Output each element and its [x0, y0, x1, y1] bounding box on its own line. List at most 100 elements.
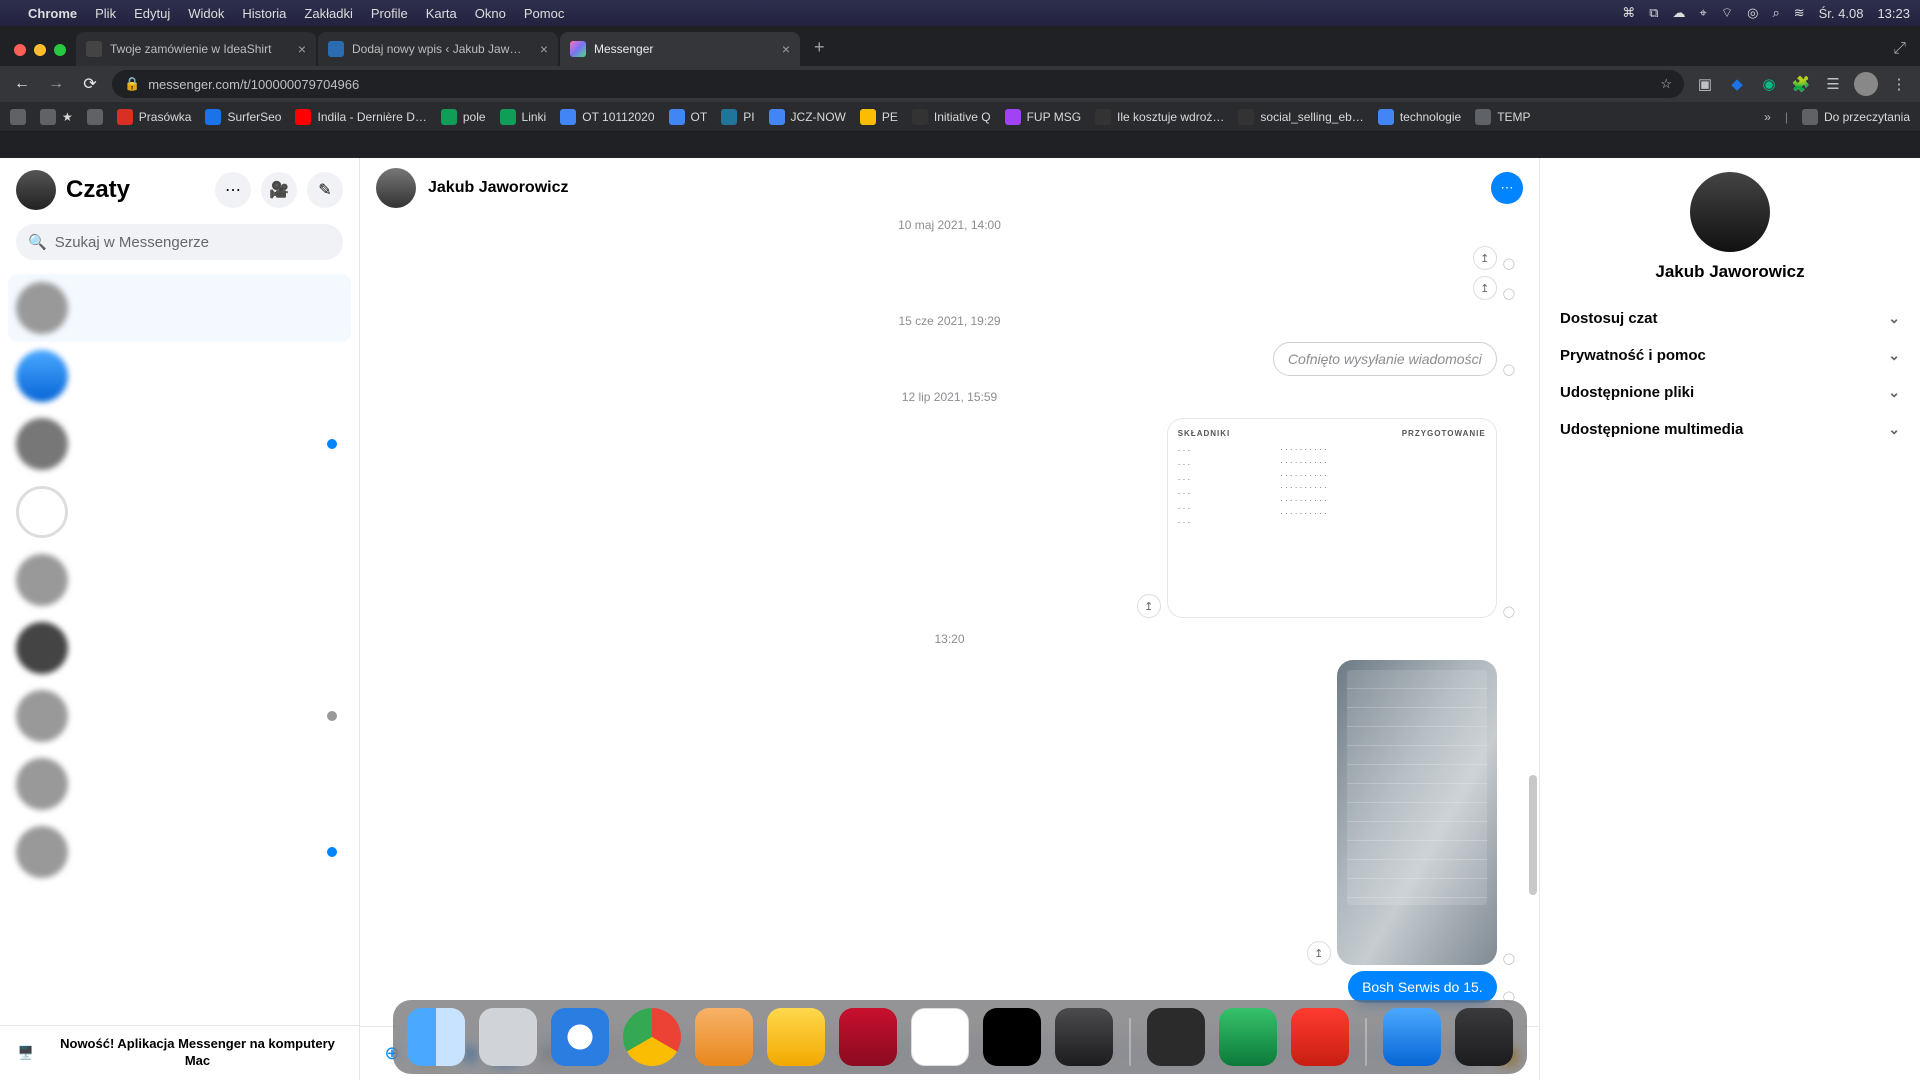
close-icon[interactable]: × — [298, 41, 306, 57]
star-icon[interactable]: ☆ — [1660, 76, 1672, 92]
more-actions-button[interactable]: ⊕ — [378, 1040, 406, 1068]
reading-list-icon[interactable]: ☰ — [1822, 75, 1844, 93]
bookmark-ot2[interactable]: OT — [669, 109, 708, 125]
tray-icon[interactable]: ⧉ — [1649, 5, 1658, 21]
minimize-window-icon[interactable] — [34, 44, 46, 56]
close-icon[interactable]: × — [782, 41, 790, 57]
bookmark-prasowka[interactable]: Prasówka — [117, 109, 192, 125]
share-icon[interactable]: ↥ — [1473, 246, 1497, 270]
menu-historia[interactable]: Historia — [242, 6, 286, 21]
chat-item[interactable] — [8, 274, 351, 342]
close-icon[interactable]: × — [540, 41, 548, 57]
sent-message[interactable]: Bosh Serwis do 15. — [1348, 971, 1497, 1003]
image-message[interactable] — [1337, 660, 1497, 965]
expand-icon[interactable]: ⤢ — [1893, 40, 1912, 66]
accordion-privacy[interactable]: Prywatność i pomoc⌄ — [1540, 337, 1920, 374]
extension-icon[interactable]: ▣ — [1694, 75, 1716, 93]
message-input[interactable]: Aa ☺ — [528, 1036, 1484, 1072]
menu-profile[interactable]: Profile — [371, 6, 408, 21]
image-message[interactable]: SKŁADNIKIPRZYGOTOWANIE · · ·· · ·· · ·· … — [1167, 418, 1497, 618]
siri-icon[interactable]: ≋ — [1794, 5, 1805, 21]
menu-icon[interactable]: ⋮ — [1888, 75, 1910, 93]
share-icon[interactable]: ↥ — [1137, 594, 1161, 618]
emoji-button[interactable]: ☺ — [1451, 1043, 1469, 1064]
bookmark-social[interactable]: social_selling_eb… — [1238, 109, 1363, 125]
bookmark-item[interactable] — [10, 109, 26, 125]
address-bar[interactable]: 🔒 messenger.com/t/100000079704966 ☆ — [112, 70, 1684, 98]
attach-image-button[interactable]: 🖼️ — [416, 1040, 444, 1068]
chat-item[interactable] — [8, 478, 351, 546]
chat-item[interactable] — [8, 410, 351, 478]
my-avatar[interactable] — [16, 170, 56, 210]
menu-plik[interactable]: Plik — [95, 6, 116, 21]
bookmark-pi[interactable]: PI — [721, 109, 754, 125]
reading-list[interactable]: Do przeczytania — [1802, 109, 1910, 125]
search-input[interactable]: 🔍 Szukaj w Messengerze — [16, 224, 343, 260]
bookmark-fup[interactable]: FUP MSG — [1005, 109, 1081, 125]
bluetooth-icon[interactable]: ⌖ — [1700, 5, 1707, 21]
bookmark-ot1[interactable]: OT 10112020 — [560, 109, 654, 125]
bookmark-linki[interactable]: Linki — [500, 109, 547, 125]
chat-item[interactable] — [8, 818, 351, 886]
info-button[interactable]: ⋯ — [1491, 172, 1523, 204]
chat-item[interactable] — [8, 682, 351, 750]
chat-item[interactable] — [8, 342, 351, 410]
extension-icon[interactable]: ◆ — [1726, 75, 1748, 93]
contact-name[interactable]: Jakub Jaworowicz — [428, 179, 569, 197]
window-controls[interactable] — [8, 44, 76, 66]
extensions-icon[interactable]: 🧩 — [1790, 75, 1812, 93]
extension-icon[interactable]: ◉ — [1758, 75, 1780, 93]
bookmark-overflow[interactable]: » — [1764, 110, 1771, 124]
back-button[interactable]: ← — [10, 75, 34, 93]
compose-button[interactable]: ✎ — [307, 172, 343, 208]
tray-icon[interactable]: ☁︎ — [1673, 5, 1686, 21]
menu-pomoc[interactable]: Pomoc — [524, 6, 564, 21]
new-tab-button[interactable]: + — [802, 37, 837, 66]
profile-avatar[interactable] — [1854, 72, 1878, 96]
menu-zakladki[interactable]: Zakładki — [304, 6, 352, 21]
forward-button[interactable]: → — [44, 75, 68, 93]
menubar-date[interactable]: Śr. 4.08 — [1819, 6, 1864, 21]
maximize-window-icon[interactable] — [54, 44, 66, 56]
chat-item[interactable] — [8, 750, 351, 818]
new-room-button[interactable]: 🎥 — [261, 172, 297, 208]
share-icon[interactable]: ↥ — [1473, 276, 1497, 300]
menu-edytuj[interactable]: Edytuj — [134, 6, 170, 21]
sticker-button[interactable]: ◨ — [454, 1040, 482, 1068]
bookmark-pole[interactable]: pole — [441, 109, 486, 125]
reload-button[interactable]: ⟳ — [78, 74, 102, 94]
bookmark-item[interactable] — [87, 109, 103, 125]
more-options-button[interactable]: ⋯ — [215, 172, 251, 208]
contact-avatar[interactable] — [376, 168, 416, 208]
control-center-icon[interactable]: ◎ — [1747, 5, 1758, 21]
like-button[interactable]: 👍 — [1494, 1041, 1521, 1067]
message-list[interactable]: 10 maj 2021, 14:00 ↥◯ ↥◯ 15 cze 2021, 19… — [360, 218, 1539, 1026]
chat-item[interactable] — [8, 546, 351, 614]
menu-okno[interactable]: Okno — [475, 6, 506, 21]
menubar-time[interactable]: 13:23 — [1877, 6, 1910, 21]
menu-karta[interactable]: Karta — [426, 6, 457, 21]
app-name[interactable]: Chrome — [28, 6, 77, 21]
tab-ideashirt[interactable]: Twoje zamówienie w IdeaShirt × — [76, 32, 316, 66]
close-window-icon[interactable] — [14, 44, 26, 56]
scrollbar[interactable] — [1529, 518, 1537, 986]
bookmark-item[interactable]: ★ — [40, 109, 73, 125]
chat-list[interactable] — [0, 270, 359, 1025]
wifi-icon[interactable]: ⌔ — [1721, 5, 1733, 21]
spotlight-icon[interactable]: ⌕ — [1772, 5, 1779, 21]
bookmark-temp[interactable]: TEMP — [1475, 109, 1530, 125]
bookmark-indila[interactable]: Indila - Dernière D… — [295, 109, 426, 125]
tab-messenger[interactable]: Messenger × — [560, 32, 800, 66]
bookmark-iq[interactable]: Initiative Q — [912, 109, 991, 125]
bookmark-tech[interactable]: technologie — [1378, 109, 1461, 125]
tray-icon[interactable]: ⌘ — [1622, 5, 1635, 21]
gif-button[interactable]: GIF — [492, 1045, 518, 1063]
accordion-media[interactable]: Udostępnione multimedia⌄ — [1540, 411, 1920, 448]
tab-wordpress[interactable]: Dodaj nowy wpis ‹ Jakub Jaw… × — [318, 32, 558, 66]
bookmark-pe[interactable]: PE — [860, 109, 898, 125]
accordion-files[interactable]: Udostępnione pliki⌄ — [1540, 374, 1920, 411]
chat-item[interactable] — [8, 614, 351, 682]
bookmark-surferseo[interactable]: SurferSeo — [205, 109, 281, 125]
bookmark-jcz[interactable]: JCZ-NOW — [769, 109, 846, 125]
menu-widok[interactable]: Widok — [188, 6, 224, 21]
